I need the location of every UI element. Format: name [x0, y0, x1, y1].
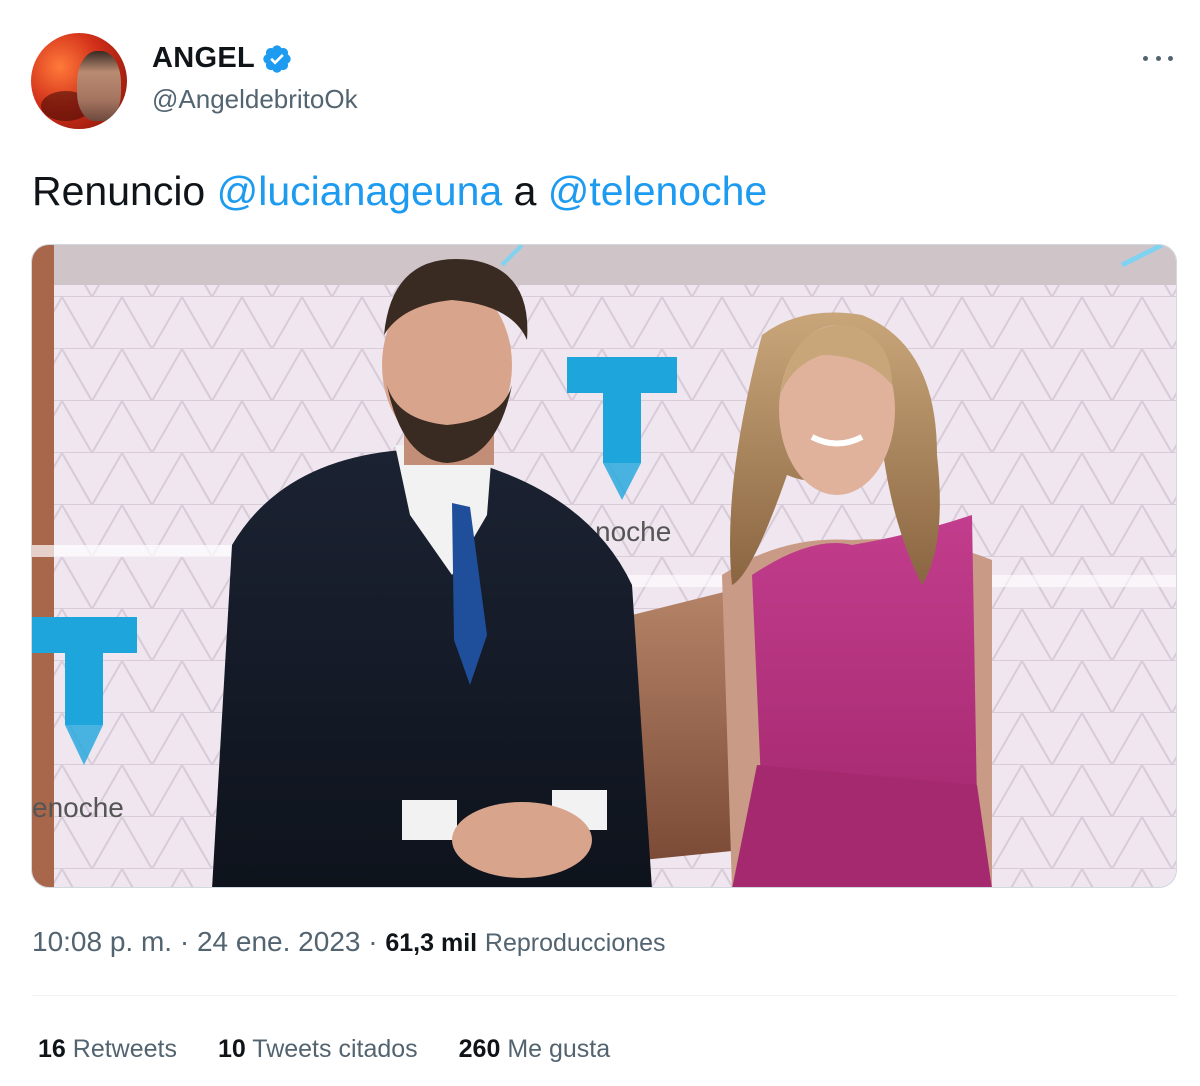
retweets-label: Retweets — [72, 1035, 177, 1063]
sign-text-upper: noche — [595, 516, 671, 547]
views-label: Reproducciones — [484, 929, 666, 957]
sign-text-lower: enoche — [32, 792, 124, 823]
meta-separator: · — [179, 926, 190, 957]
likes-count: 260 — [458, 1035, 501, 1063]
divider — [32, 995, 1177, 996]
tweet-text-part: Renuncio — [32, 168, 217, 214]
tweet-metadata: 10:08 p. m. · 24 ene. 2023 · 61,3 mil Re… — [32, 926, 666, 958]
retweets-stat[interactable]: 16 Retweets — [38, 1035, 177, 1064]
retweets-count: 16 — [38, 1035, 66, 1063]
engagement-stats: 16 Retweets 10 Tweets citados 260 Me gus… — [38, 1035, 651, 1064]
tweet-time[interactable]: 10:08 p. m. — [32, 926, 172, 957]
author-handle[interactable]: @AngeldebritoOk — [152, 84, 358, 115]
likes-label: Me gusta — [507, 1035, 611, 1063]
quote-tweets-label: Tweets citados — [252, 1035, 418, 1063]
likes-stat[interactable]: 260 Me gusta — [459, 1035, 611, 1064]
more-options-icon[interactable] — [1140, 46, 1176, 70]
tweet-card: ANGEL @AngeldebritoOk Renuncio @lucianag… — [0, 0, 1200, 1086]
tweet-text-part: a — [502, 168, 548, 214]
avatar-face — [77, 51, 121, 121]
quote-tweets-stat[interactable]: 10 Tweets citados — [218, 1035, 418, 1064]
tweet-text: Renuncio @lucianageuna a @telenoche — [32, 168, 767, 215]
views-count: 61,3 mil — [385, 929, 478, 957]
quote-tweets-count: 10 — [217, 1035, 246, 1063]
photo-illustration: noche enoche — [32, 245, 1176, 887]
mention-telenoche[interactable]: @telenoche — [548, 168, 767, 214]
verified-badge-icon — [263, 45, 291, 73]
author-display-name[interactable]: ANGEL — [152, 42, 255, 75]
author-avatar[interactable] — [31, 33, 127, 129]
tweet-date[interactable]: 24 ene. 2023 — [197, 926, 361, 957]
mention-lucianageuna[interactable]: @lucianageuna — [217, 168, 503, 214]
meta-separator: · — [368, 926, 378, 957]
tweet-photo[interactable]: noche enoche — [31, 244, 1177, 888]
